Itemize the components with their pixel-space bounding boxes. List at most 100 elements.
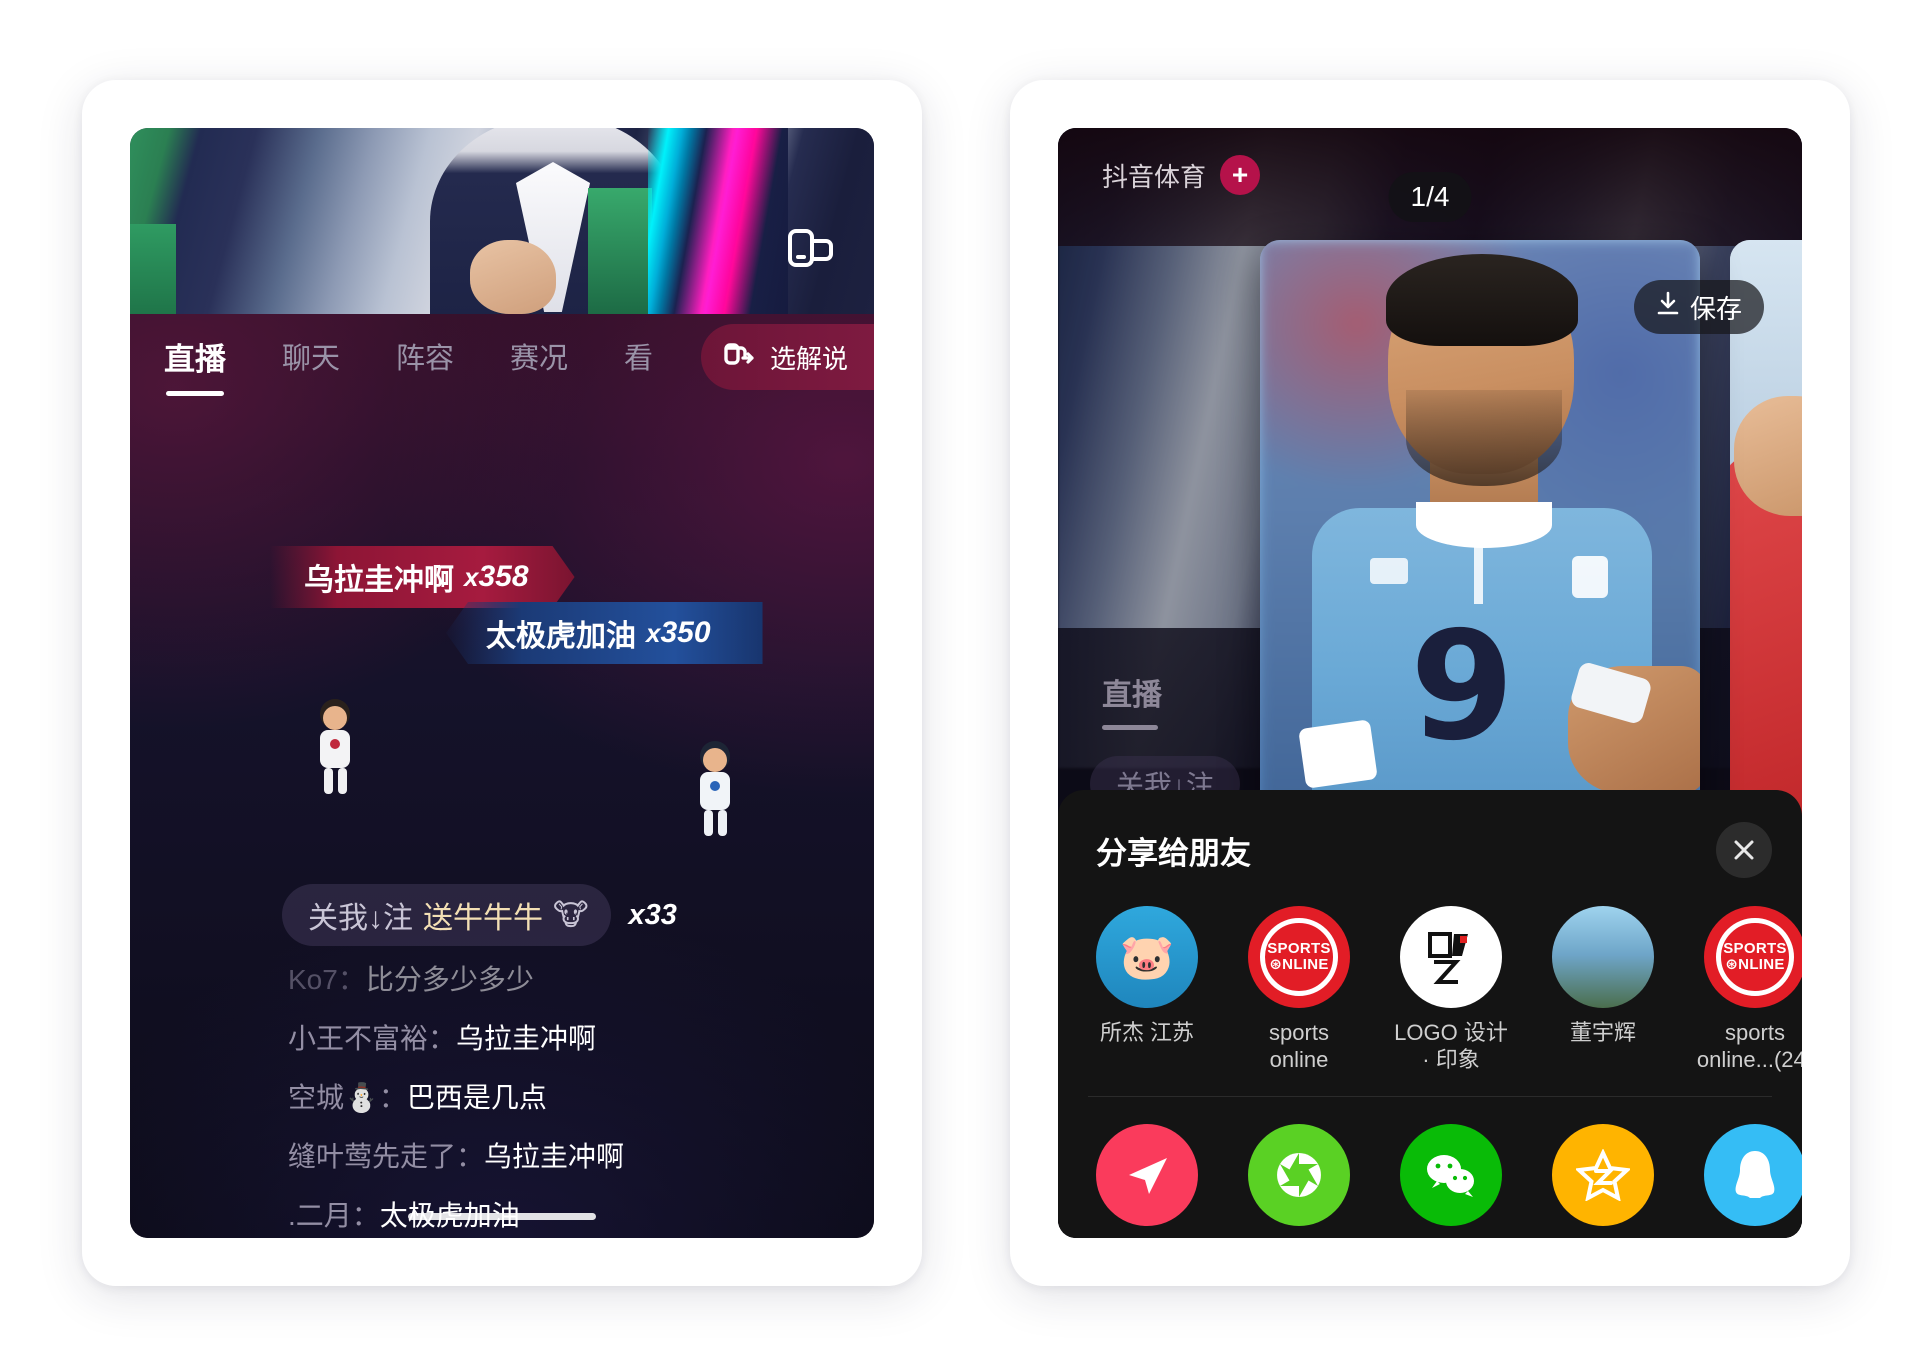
share-friend-name: sports online [1269, 1020, 1329, 1072]
left-device-card: 直播 聊天 阵容 赛况 看 选解说 乌拉圭冲啊 x 358 太极虎加油 x 35… [82, 80, 922, 1286]
account-name: 抖音体育 [1102, 161, 1207, 192]
follow-plus-icon[interactable]: + [1220, 155, 1261, 195]
chat-user: 空城⛄： [288, 1082, 407, 1113]
stage: 直播 聊天 阵容 赛况 看 选解说 乌拉圭冲啊 x 358 太极虎加油 x 35… [0, 0, 1920, 1360]
avatar: SPORTS ⊛NLINE [1704, 906, 1802, 1008]
shutter-icon[interactable] [1248, 1124, 1350, 1226]
share-friend-list[interactable]: 🐷 所杰 江苏 SPORTS ⊛NLINE sports online LOGO… [1088, 906, 1802, 1074]
avatar [1400, 906, 1502, 1008]
avatar [1552, 906, 1654, 1008]
video-decor-left [130, 224, 176, 314]
follow-gift-pill[interactable]: 关我↓注 送牛牛牛 🐮 [282, 884, 611, 946]
share-app-item[interactable] [1240, 1124, 1358, 1226]
video-decor-green [588, 188, 652, 314]
background-tab-live: 直播 [1102, 670, 1162, 730]
gift-banner-korea: 太极虎加油 x 350 [446, 602, 763, 664]
left-phone-screen: 直播 聊天 阵容 赛况 看 选解说 乌拉圭冲啊 x 358 太极虎加油 x 35… [130, 128, 874, 1238]
commentary-switch-icon [723, 340, 757, 375]
follow-gift-count: x33 [628, 898, 677, 931]
tab-lineup[interactable]: 阵容 [396, 335, 454, 377]
tab-live[interactable]: 直播 [164, 334, 226, 396]
chat-text: 乌拉圭冲啊 [484, 1141, 625, 1172]
share-friend-item[interactable]: SPORTS ⊛NLINE sports online...(24) [1696, 906, 1802, 1074]
share-friend-item[interactable]: 董宇辉 [1544, 906, 1662, 1074]
tab-chat[interactable]: 聊天 [282, 335, 340, 377]
gift-banner-label: 太极虎加油 [486, 620, 636, 653]
share-app-item[interactable] [1392, 1124, 1510, 1226]
gift-banner-x: x [646, 617, 661, 648]
photo-collar [1416, 502, 1552, 548]
page-indicator: 1/4 [1388, 172, 1472, 222]
paper-plane-icon[interactable] [1096, 1124, 1198, 1226]
chat-message-list[interactable]: Ko7：比分多少多少 小王不富裕：乌拉圭冲啊 空城⛄：巴西是几点 缝叶莺先走了：… [288, 958, 834, 1238]
chat-text: 巴西是几点 [406, 1082, 547, 1113]
share-friend-name: 所杰 江苏 [1099, 1020, 1195, 1045]
chat-text: 乌拉圭冲啊 [456, 1023, 597, 1054]
penguin-icon[interactable] [1704, 1124, 1802, 1226]
share-friend-item[interactable]: SPORTS ⊛NLINE sports online [1240, 906, 1358, 1074]
follow-gift-banner[interactable]: 关我↓注 送牛牛牛 🐮 x33 [282, 884, 677, 946]
chat-text: 比分多少多少 [365, 964, 534, 995]
share-app-item[interactable] [1088, 1124, 1206, 1226]
save-button[interactable]: 保存 [1633, 280, 1764, 334]
chat-message: 缝叶莺先走了：乌拉圭冲啊 [288, 1135, 834, 1175]
photo-player-hair [1386, 254, 1578, 346]
sports-online-logo-icon: SPORTS ⊛NLINE [1716, 918, 1794, 996]
avatar: 🐷 [1096, 906, 1198, 1008]
chat-message: Ko7：比分多少多少 [288, 958, 834, 998]
share-app-item[interactable] [1696, 1124, 1802, 1226]
gift-banner-x: x [464, 561, 479, 592]
download-icon [1656, 291, 1680, 324]
follow-gift-text: 关我↓注 [308, 902, 413, 935]
chat-user: .二月： [288, 1200, 380, 1231]
gift-banner-count: 358 [478, 560, 529, 593]
share-sheet-title: 分享给朋友 [1096, 835, 1251, 871]
share-sheet: 分享给朋友 🐷 所杰 江苏 SPORTS ⊛NLINE sports onlin… [1058, 790, 1802, 1238]
home-indicator [408, 1213, 596, 1220]
live-chat-panel: 直播 聊天 阵容 赛况 看 选解说 乌拉圭冲啊 x 358 太极虎加油 x 35… [130, 314, 874, 1238]
follow-gift-gold-text: 送牛牛牛 [423, 902, 543, 935]
gift-runner-avatar-blue [678, 740, 752, 851]
video-neon-lights [648, 128, 788, 314]
share-app-list[interactable] [1088, 1124, 1802, 1226]
share-friend-item[interactable]: 🐷 所杰 江苏 [1088, 906, 1206, 1074]
cow-emoji-icon: 🐮 [553, 898, 589, 932]
chat-message: 小王不富裕：乌拉圭冲啊 [288, 1017, 834, 1057]
gift-banner-count: 350 [660, 616, 711, 649]
chat-user: Ko7： [288, 964, 366, 995]
photo-player-beard [1406, 390, 1562, 486]
live-video-area[interactable] [130, 128, 874, 314]
gift-banner-uruguay: 乌拉圭冲啊 x 358 [270, 546, 575, 608]
share-friend-name: sports online...(24) [1696, 1020, 1802, 1072]
video-presenter-hand [470, 240, 556, 314]
share-friend-name: LOGO 设计 · 印象 [1394, 1020, 1508, 1072]
tab-match[interactable]: 赛况 [510, 335, 568, 377]
photo-sleeve-cuff [1298, 719, 1378, 789]
right-device-card: 抖音体育 + 1/4 直播 关我↓注 呆呆：一... [1010, 80, 1850, 1286]
gift-banner-label: 乌拉圭冲啊 [304, 564, 454, 597]
avatar: SPORTS ⊛NLINE [1248, 906, 1350, 1008]
photo-crest-badge [1572, 556, 1608, 598]
share-friend-name: 董宇辉 [1569, 1020, 1636, 1045]
chat-user: 小王不富裕： [288, 1023, 457, 1054]
select-commentary-button[interactable]: 选解说 [700, 324, 874, 390]
close-icon[interactable] [1716, 822, 1772, 878]
photo-placket [1474, 532, 1483, 604]
star-icon[interactable] [1552, 1124, 1654, 1226]
select-commentary-label: 选解说 [769, 343, 848, 374]
photo-jersey-number: 9 [1410, 600, 1515, 774]
share-app-item[interactable] [1544, 1124, 1662, 1226]
account-chip[interactable]: 抖音体育 + [1088, 148, 1270, 202]
sheet-divider [1088, 1096, 1772, 1097]
wechat-icon[interactable] [1400, 1124, 1502, 1226]
picture-in-picture-icon[interactable] [782, 226, 840, 270]
photo-sponsor-badge [1370, 558, 1408, 584]
sports-online-logo-icon: SPORTS ⊛NLINE [1260, 918, 1338, 996]
carousel-photo-current[interactable]: 9 [1260, 240, 1700, 836]
share-friend-item[interactable]: LOGO 设计 · 印象 [1392, 906, 1510, 1074]
share-sheet-header: 分享给朋友 [1096, 822, 1772, 878]
tab-watch[interactable]: 看 [624, 335, 653, 377]
save-button-label: 保存 [1689, 293, 1742, 324]
logo-mark-icon [1428, 932, 1468, 984]
gift-runner-avatar-red [298, 698, 372, 804]
